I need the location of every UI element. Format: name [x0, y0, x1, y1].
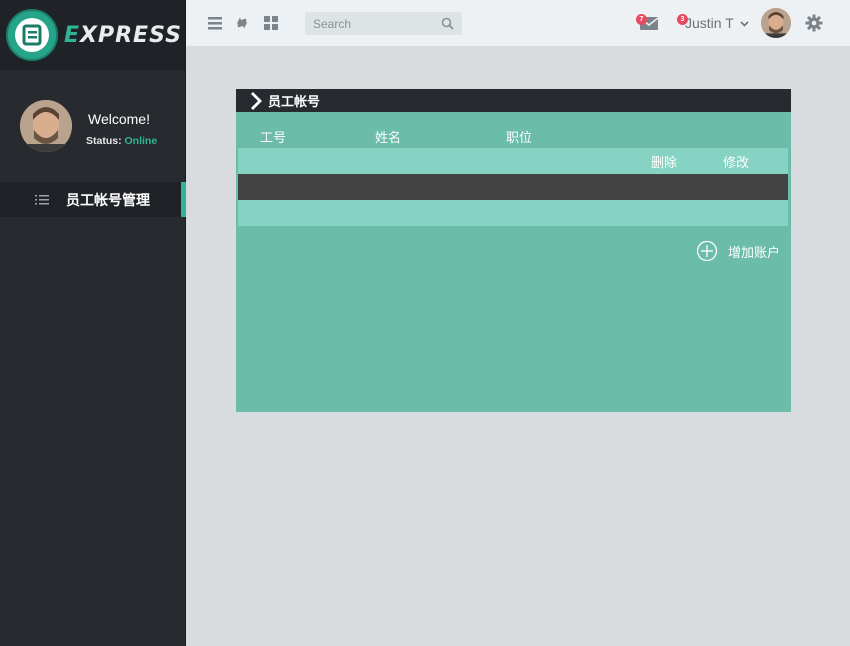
panel-header: 员工帐号	[236, 89, 791, 112]
logo-bar: EXPRESS	[0, 0, 185, 70]
table-row	[238, 174, 788, 200]
hamburger-menu-icon[interactable]	[207, 15, 223, 31]
brand-logo[interactable]	[6, 9, 58, 61]
column-header-position: 职位	[506, 131, 533, 146]
mail-badge: 7	[636, 14, 647, 25]
sidebar-item-label: 员工帐号管理	[66, 192, 150, 209]
column-header-name: 姓名	[375, 131, 402, 146]
list-icon	[35, 194, 49, 204]
chevron-down-icon	[740, 21, 749, 27]
refresh-icon[interactable]	[234, 15, 250, 31]
search-box	[305, 12, 462, 35]
avatar-small[interactable]	[761, 8, 791, 38]
panel-title: 员工帐号	[268, 95, 321, 110]
avatar-photo-icon	[20, 100, 72, 152]
top-bar: 7 3 Justin T	[186, 0, 850, 46]
user-profile: Welcome! Status: Online	[20, 100, 180, 152]
add-account-button[interactable]: 增加账户	[696, 240, 780, 262]
grid-icon[interactable]	[263, 15, 279, 31]
status-badge: Online	[124, 135, 158, 147]
edit-button[interactable]: 修改	[723, 152, 749, 171]
column-header-id: 工号	[260, 131, 287, 146]
delete-button[interactable]: 删除	[651, 152, 677, 171]
username-dropdown[interactable]: Justin T	[685, 15, 749, 31]
add-account-label: 增加账户	[728, 245, 781, 261]
sidebar-item-staff-accounts[interactable]: 员工帐号管理	[0, 182, 186, 217]
status-text: Status: Online	[86, 135, 158, 147]
sidebar: EXPRESS Welcome! Status: Online 员工帐号管理	[0, 0, 186, 646]
staff-account-panel: 员工帐号 工号 姓名 职位 删除 修改 增加账户	[236, 89, 791, 412]
plus-circle-icon	[696, 240, 718, 262]
username-label: Justin T	[685, 15, 734, 31]
avatar-photo-icon	[761, 8, 791, 38]
search-icon[interactable]	[441, 17, 454, 30]
table-row	[238, 200, 788, 226]
gear-icon[interactable]	[805, 14, 823, 32]
welcome-text: Welcome!	[88, 111, 150, 127]
search-input[interactable]	[305, 12, 435, 35]
brand-name: EXPRESS	[64, 22, 182, 48]
logo-e-icon	[22, 24, 42, 46]
chevron-right-icon	[251, 91, 262, 110]
table-row: 删除 修改	[238, 148, 788, 174]
avatar[interactable]	[20, 100, 72, 152]
